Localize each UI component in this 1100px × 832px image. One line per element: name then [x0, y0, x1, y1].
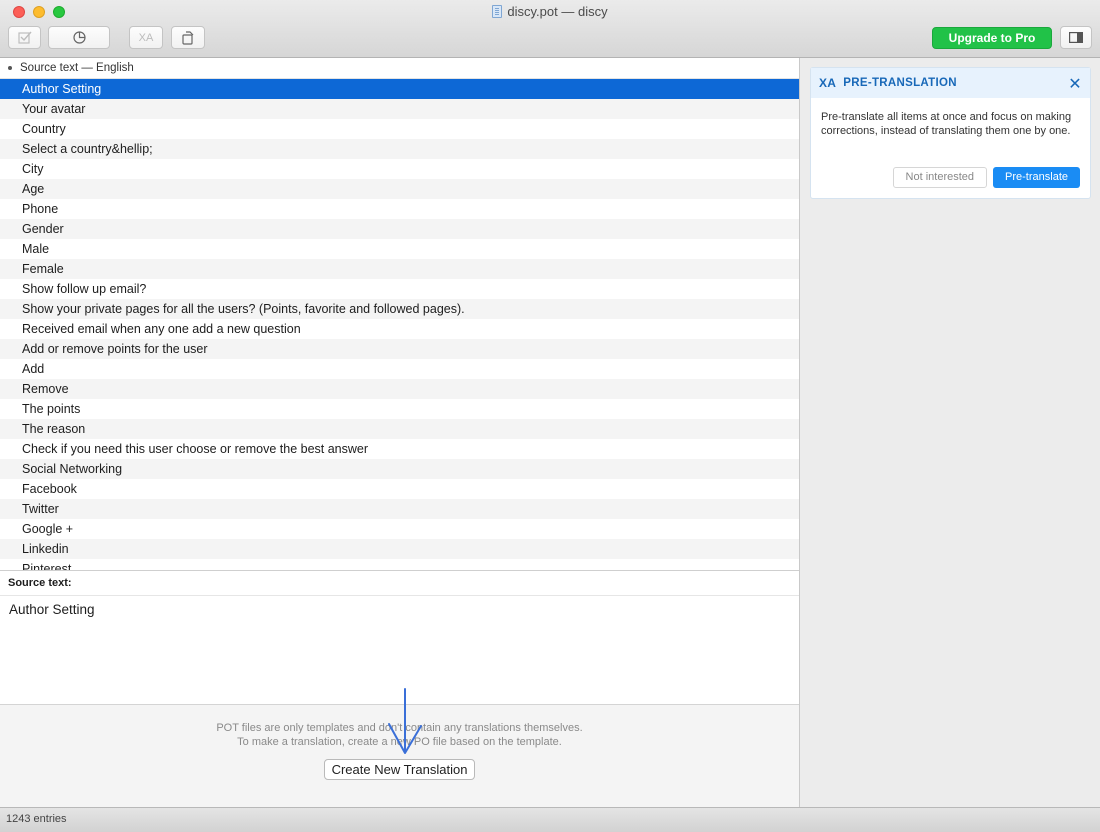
translate-icon: XA	[138, 31, 154, 44]
list-item[interactable]: Age	[0, 179, 799, 199]
status-bar: 1243 entries	[0, 807, 1100, 832]
entries-count: 1243 entries	[6, 813, 67, 825]
sidebar: XA PRE-TRANSLATION ✕ Pre-translate all i…	[799, 58, 1100, 807]
checkbox-icon	[17, 31, 32, 44]
list-item[interactable]: Add or remove points for the user	[0, 339, 799, 359]
list-item[interactable]: Your avatar	[0, 99, 799, 119]
strings-list[interactable]: Author Setting Your avatar Country Selec…	[0, 79, 799, 570]
pre-translate-button[interactable]: Pre-translate	[993, 167, 1080, 188]
toggle-sidebar-button[interactable]	[1060, 26, 1092, 49]
create-new-translation-button[interactable]: Create New Translation	[323, 759, 476, 780]
list-item[interactable]: The reason	[0, 419, 799, 439]
list-item[interactable]: Female	[0, 259, 799, 279]
list-item[interactable]: City	[0, 159, 799, 179]
pre-translation-title: PRE-TRANSLATION	[843, 77, 957, 89]
pre-translation-header: XA PRE-TRANSLATION ✕	[811, 68, 1090, 98]
document-icon	[492, 5, 503, 18]
annotation-arrow-icon	[388, 688, 422, 754]
pie-chart-icon	[72, 31, 86, 44]
pre-translate-toolbar-button[interactable]: XA	[129, 26, 163, 49]
source-text-heading: Source text:	[0, 570, 799, 596]
list-item[interactable]: Linkedin	[0, 539, 799, 559]
document-sync-icon	[182, 30, 194, 45]
pre-translation-actions: Not interested Pre-translate	[892, 167, 1080, 188]
pre-translation-description: Pre-translate all items at once and focu…	[821, 111, 1072, 137]
window-title: discy.pot — discy	[0, 4, 1100, 19]
list-item[interactable]: Pinterest	[0, 559, 799, 570]
window-title-text: discy.pot — discy	[507, 4, 608, 19]
sync-button[interactable]	[171, 26, 205, 49]
pre-translation-card: XA PRE-TRANSLATION ✕ Pre-translate all i…	[810, 67, 1091, 199]
list-item[interactable]: Remove	[0, 379, 799, 399]
list-item[interactable]: Social Networking	[0, 459, 799, 479]
upgrade-to-pro-button[interactable]: Upgrade to Pro	[932, 27, 1052, 49]
sidebar-icon	[1069, 32, 1083, 43]
list-item[interactable]: Select a country&hellip;	[0, 139, 799, 159]
list-item[interactable]: Add	[0, 359, 799, 379]
not-interested-button[interactable]: Not interested	[892, 167, 988, 188]
close-icon[interactable]: ✕	[1068, 74, 1082, 94]
list-item[interactable]: Male	[0, 239, 799, 259]
list-item[interactable]: Phone	[0, 199, 799, 219]
list-item[interactable]: Author Setting	[0, 79, 799, 99]
list-item[interactable]: The points	[0, 399, 799, 419]
validate-button[interactable]	[8, 26, 41, 49]
list-item[interactable]: Check if you need this user choose or re…	[0, 439, 799, 459]
list-item[interactable]: Show your private pages for all the user…	[0, 299, 799, 319]
column-header[interactable]: Source text — English	[0, 58, 799, 79]
list-item[interactable]: Twitter	[0, 499, 799, 519]
statistics-button[interactable]	[48, 26, 110, 49]
translate-icon: XA	[819, 76, 837, 90]
column-header-label: Source text — English	[20, 62, 134, 74]
bullet-icon	[8, 66, 12, 70]
list-item[interactable]: Google +	[0, 519, 799, 539]
list-item[interactable]: Gender	[0, 219, 799, 239]
list-item[interactable]: Received email when any one add a new qu…	[0, 319, 799, 339]
list-item[interactable]: Facebook	[0, 479, 799, 499]
list-item[interactable]: Show follow up email?	[0, 279, 799, 299]
title-bar: discy.pot — discy XA Upgrade to Pro	[0, 0, 1100, 58]
list-item[interactable]: Country	[0, 119, 799, 139]
